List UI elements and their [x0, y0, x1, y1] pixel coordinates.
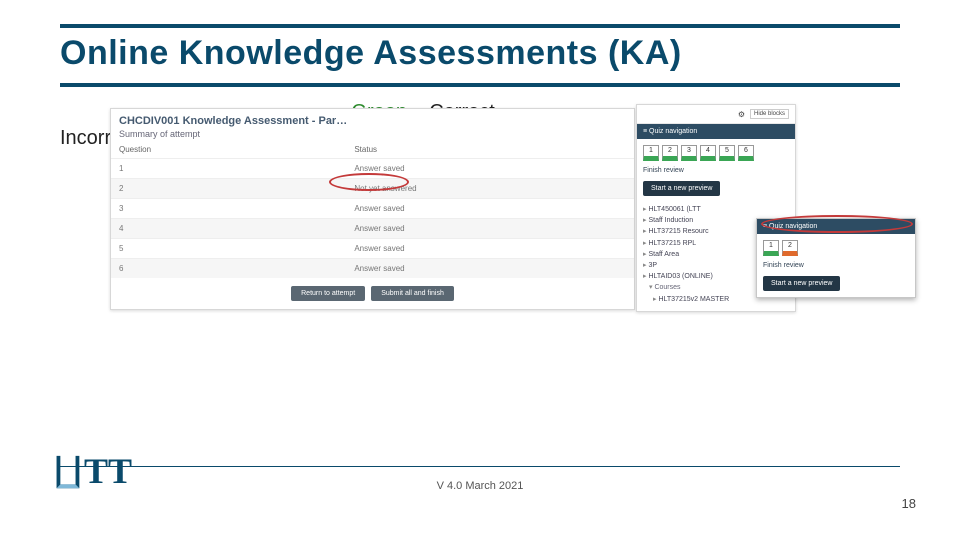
- table-row: 6Answer saved: [111, 259, 634, 279]
- side-link[interactable]: HLT450061 (LTT: [643, 204, 789, 215]
- gear-icon[interactable]: ⚙: [738, 110, 745, 119]
- slide-title: Online Knowledge Assessments (KA): [60, 34, 900, 73]
- table-row: 3Answer saved: [111, 199, 634, 219]
- start-preview-button[interactable]: Start a new preview: [643, 181, 720, 196]
- submit-button[interactable]: Submit all and finish: [371, 286, 454, 301]
- quiz-nav-item[interactable]: 2: [782, 240, 798, 256]
- quiz-nav-item[interactable]: 6: [738, 145, 754, 161]
- table-row: 2Not yet answered: [111, 179, 634, 199]
- quiz-nav-item[interactable]: 1: [763, 240, 779, 256]
- screenshot-summary: CHCDIV001 Knowledge Assessment - Par… Su…: [110, 108, 635, 310]
- return-button[interactable]: Return to attempt: [291, 286, 365, 301]
- page-number: 18: [902, 496, 916, 511]
- slide-title-block: Online Knowledge Assessments (KA): [60, 24, 900, 87]
- quiz-nav-header: ≡ Quiz navigation: [637, 124, 795, 139]
- hide-blocks-label[interactable]: Hide blocks: [750, 109, 789, 119]
- table-row: 4Answer saved: [111, 219, 634, 239]
- quiz-nav-buttons: 1 2 3 4 5 6: [637, 139, 795, 167]
- quiz-nav-popup-header: ≡ Quiz navigation: [757, 219, 915, 234]
- table-row: 1Answer saved: [111, 159, 634, 179]
- start-preview-button[interactable]: Start a new preview: [763, 276, 840, 291]
- col-status: Status: [346, 141, 634, 159]
- quiz-nav-item[interactable]: 3: [681, 145, 697, 161]
- quiz-nav-popup: ≡ Quiz navigation 1 2 Finish review Star…: [756, 218, 916, 298]
- screenshot-title: CHCDIV001 Knowledge Assessment - Par…: [119, 115, 626, 127]
- finish-review-link[interactable]: Finish review: [637, 167, 795, 178]
- footer-divider: [60, 466, 900, 467]
- finish-review-link[interactable]: Finish review: [757, 262, 915, 273]
- summary-table: Question Status 1Answer saved 2Not yet a…: [111, 141, 634, 278]
- quiz-nav-item[interactable]: 2: [662, 145, 678, 161]
- quiz-nav-item[interactable]: 1: [643, 145, 659, 161]
- table-row: 5Answer saved: [111, 239, 634, 259]
- quiz-nav-item[interactable]: 4: [700, 145, 716, 161]
- screenshot-subtitle: Summary of attempt: [119, 129, 626, 139]
- col-question: Question: [111, 141, 346, 159]
- quiz-nav-item[interactable]: 5: [719, 145, 735, 161]
- version-text: V 4.0 March 2021: [0, 480, 960, 492]
